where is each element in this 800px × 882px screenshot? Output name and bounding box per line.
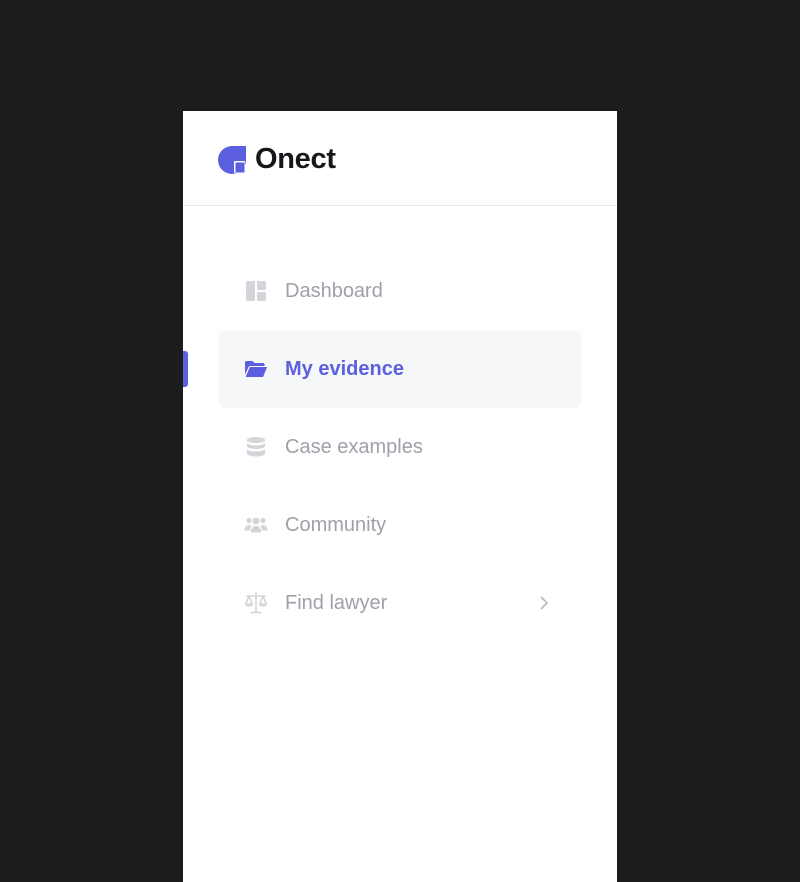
database-icon — [247, 437, 265, 457]
sidebar-item-my-evidence[interactable]: My evidence — [183, 330, 582, 408]
chevron-right-icon[interactable] — [535, 594, 553, 612]
sidebar-item-community[interactable]: Community — [218, 486, 582, 564]
sidebar-item-label: Community — [285, 514, 387, 536]
sidebar-nav: Dashboard My evidence Case examples Comm… — [183, 252, 582, 642]
dashboard-icon — [246, 281, 266, 301]
sidebar-item-find-lawyer[interactable]: Find lawyer — [218, 564, 582, 642]
brand-header: Onect — [183, 111, 617, 206]
sidebar-item-dashboard[interactable]: Dashboard — [218, 252, 582, 330]
users-icon — [244, 517, 268, 533]
active-indicator — [183, 351, 188, 387]
sidebar-item-label: Case examples — [285, 436, 423, 458]
onect-logo-icon — [218, 146, 246, 174]
sidebar-item-label: Find lawyer — [285, 592, 388, 614]
folder-open-icon — [245, 361, 267, 377]
scale-icon — [245, 592, 267, 614]
brand-name[interactable]: Onect — [255, 141, 336, 177]
sidebar-item-label: Dashboard — [285, 280, 383, 302]
sidebar-panel: Onect Dashboard My evidence Case example… — [183, 111, 617, 882]
sidebar-item-case-examples[interactable]: Case examples — [218, 408, 582, 486]
sidebar-item-label: My evidence — [285, 358, 404, 380]
